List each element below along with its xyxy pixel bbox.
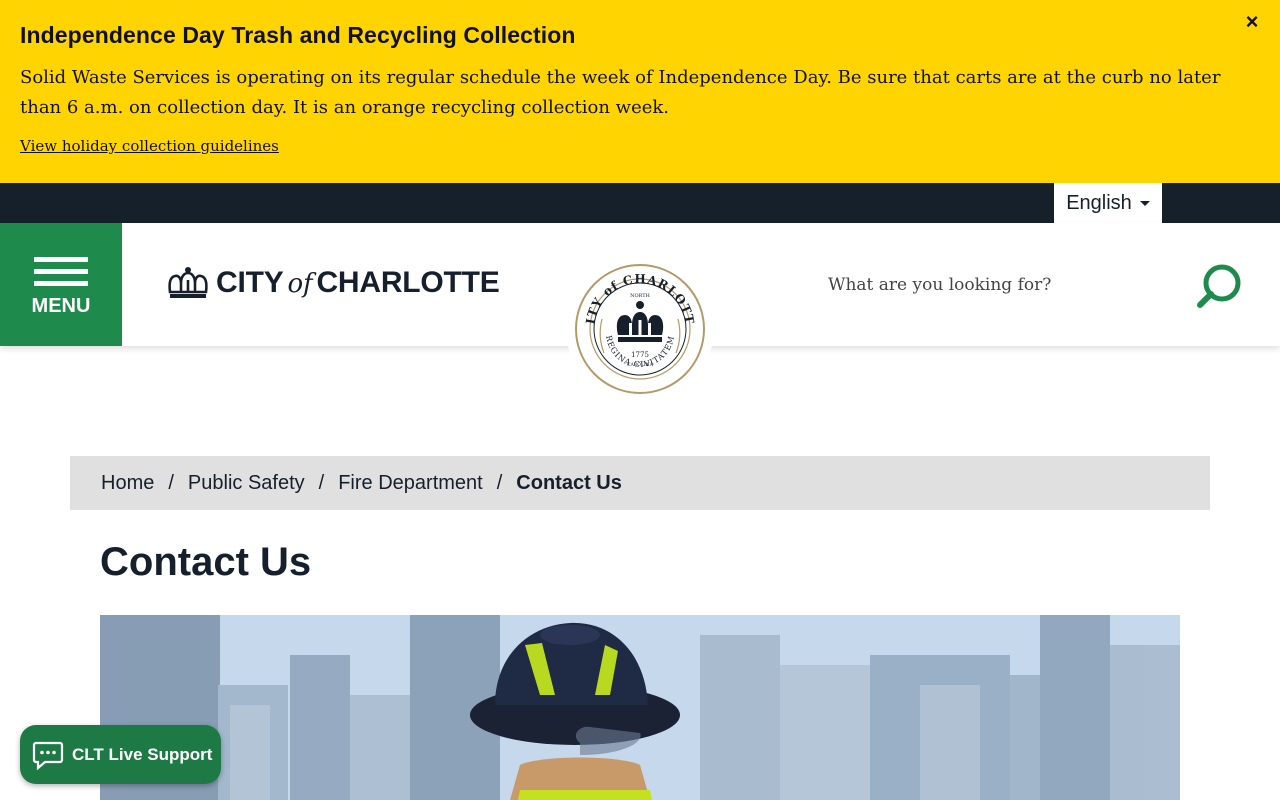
hero-image xyxy=(100,615,1180,800)
caret-down-icon xyxy=(1139,200,1150,206)
crown-icon xyxy=(168,267,208,298)
breadcrumb-separator: / xyxy=(496,471,503,494)
live-support-button[interactable]: CLT Live Support xyxy=(20,725,221,784)
breadcrumb-home[interactable]: Home xyxy=(101,472,154,495)
chat-icon xyxy=(32,741,64,770)
language-label: English xyxy=(1066,191,1132,214)
search-button[interactable] xyxy=(1194,261,1246,313)
search-input[interactable] xyxy=(828,271,1168,299)
page-title: Contact Us xyxy=(100,540,312,584)
alert-body: Solid Waste Services is operating on its… xyxy=(20,67,1221,118)
live-support-label: CLT Live Support xyxy=(72,744,213,764)
firefighter-skyline-image xyxy=(100,615,1180,800)
menu-label: MENU xyxy=(31,295,91,317)
search-icon xyxy=(1197,264,1241,308)
breadcrumb-separator: / xyxy=(318,471,325,494)
breadcrumb-current: Contact Us xyxy=(516,471,622,494)
breadcrumb: Home / Public Safety / Fire Department /… xyxy=(70,456,1210,510)
breadcrumb-separator: / xyxy=(168,471,174,494)
language-selector[interactable]: English xyxy=(1054,183,1162,223)
close-icon[interactable]: × xyxy=(1240,10,1264,34)
holiday-guidelines-link[interactable]: View holiday collection guidelines xyxy=(20,137,279,155)
alert-banner: Independence Day Trash and Recycling Col… xyxy=(0,0,1280,183)
breadcrumb-public-safety[interactable]: Public Safety xyxy=(188,472,305,495)
city-logo[interactable]: CITY of CHARLOTTE xyxy=(166,263,500,303)
svg-text:1775: 1775 xyxy=(631,351,649,359)
seal-graphic: CITY of CHARLOTTE REGINA CIVITATEM NORTH… xyxy=(574,263,705,394)
hamburger-icon xyxy=(34,257,88,293)
utility-bar: English xyxy=(0,183,1280,223)
breadcrumb-fire-department[interactable]: Fire Department xyxy=(338,472,483,495)
city-seal: CITY of CHARLOTTE REGINA CIVITATEM NORTH… xyxy=(566,255,714,403)
logo-text: CITY of CHARLOTTE xyxy=(216,266,500,299)
menu-button[interactable]: MENU xyxy=(0,223,122,346)
alert-title: Independence Day Trash and Recycling Col… xyxy=(20,22,576,48)
svg-text:NORTH: NORTH xyxy=(630,293,650,299)
svg-text:CAROLINA: CAROLINA xyxy=(627,362,653,368)
